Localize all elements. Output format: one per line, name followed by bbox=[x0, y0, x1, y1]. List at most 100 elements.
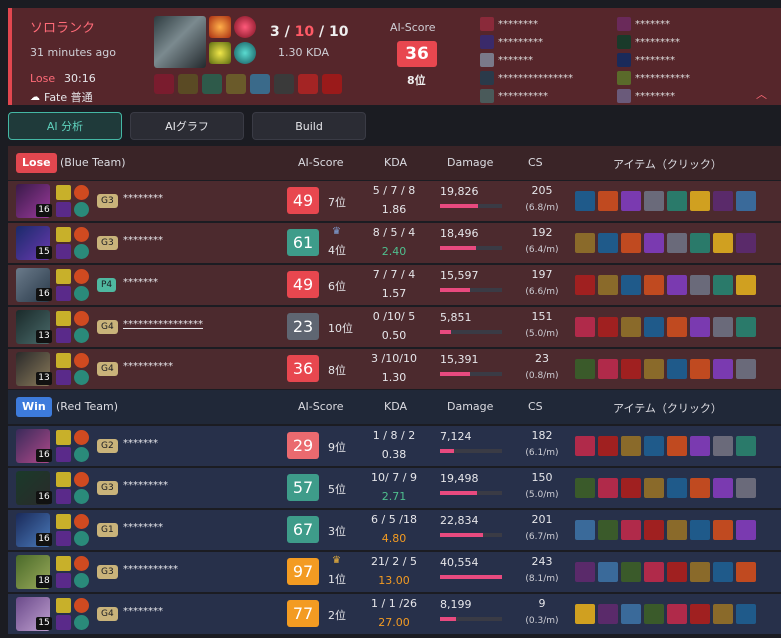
item-icon[interactable] bbox=[690, 275, 710, 295]
item-icon[interactable] bbox=[322, 74, 342, 94]
item-icon[interactable] bbox=[690, 478, 710, 498]
tab-build[interactable]: Build bbox=[252, 112, 366, 140]
player-entry[interactable]: ******** bbox=[617, 52, 690, 68]
item-icon[interactable] bbox=[690, 233, 710, 253]
player-entry[interactable]: ******** bbox=[617, 88, 690, 104]
item-icon[interactable] bbox=[598, 478, 618, 498]
item-icon[interactable] bbox=[690, 359, 710, 379]
item-icon[interactable] bbox=[575, 436, 595, 456]
item-icon[interactable] bbox=[736, 233, 756, 253]
player-entry[interactable]: *********** bbox=[617, 70, 690, 86]
player-row[interactable]: 16 P4 ******* 49 6位 7 / 7 / 4 1.57 15,597 197 (6.… bbox=[8, 265, 781, 305]
player-entry[interactable]: ********* bbox=[617, 34, 690, 50]
item-icon[interactable] bbox=[644, 478, 664, 498]
summoner-name[interactable]: ******* bbox=[123, 438, 158, 449]
item-icon[interactable] bbox=[621, 359, 641, 379]
item-icon[interactable] bbox=[575, 604, 595, 624]
tab-ai-analysis[interactable]: AI 分析 bbox=[8, 112, 122, 140]
player-entry[interactable]: *************** bbox=[480, 70, 573, 86]
item-icon[interactable] bbox=[667, 275, 687, 295]
item-icon[interactable] bbox=[575, 478, 595, 498]
item-icon[interactable] bbox=[644, 436, 664, 456]
player-entry[interactable]: ********* bbox=[480, 34, 573, 50]
item-icon[interactable] bbox=[644, 562, 664, 582]
item-icon[interactable] bbox=[690, 520, 710, 540]
player-entry[interactable]: ******* bbox=[617, 16, 690, 32]
item-icon[interactable] bbox=[713, 520, 733, 540]
item-icon[interactable] bbox=[690, 191, 710, 211]
item-icon[interactable] bbox=[736, 359, 756, 379]
item-icon[interactable] bbox=[667, 436, 687, 456]
item-icon[interactable] bbox=[713, 562, 733, 582]
item-icon[interactable] bbox=[644, 191, 664, 211]
player-row[interactable]: 13 G4 **************** 23 10位 0 /10/ 5 0.50 5,8… bbox=[8, 307, 781, 347]
item-icon[interactable] bbox=[667, 359, 687, 379]
item-icon[interactable] bbox=[736, 478, 756, 498]
item-icon[interactable] bbox=[644, 317, 664, 337]
item-icon[interactable] bbox=[621, 478, 641, 498]
item-icon[interactable] bbox=[226, 74, 246, 94]
item-icon[interactable] bbox=[736, 562, 756, 582]
item-icon[interactable] bbox=[736, 191, 756, 211]
summoner-name[interactable]: ******** bbox=[123, 235, 163, 246]
item-icon[interactable] bbox=[736, 520, 756, 540]
item-icon[interactable] bbox=[736, 317, 756, 337]
item-icon[interactable] bbox=[575, 562, 595, 582]
item-icon[interactable] bbox=[178, 74, 198, 94]
item-icon[interactable] bbox=[667, 191, 687, 211]
item-icon[interactable] bbox=[598, 604, 618, 624]
item-icon[interactable] bbox=[598, 275, 618, 295]
item-icon[interactable] bbox=[598, 191, 618, 211]
summoner-name[interactable]: ********* bbox=[123, 480, 168, 491]
item-icon[interactable] bbox=[690, 317, 710, 337]
match-summary-card[interactable]: ソロランク 31 minutes ago Lose 30:16 ☁ Fate 普… bbox=[8, 8, 781, 105]
item-icon[interactable] bbox=[274, 74, 294, 94]
item-icon[interactable] bbox=[690, 562, 710, 582]
player-row[interactable]: 16 G2 ******* 29 9位 1 / 8 / 2 0.38 7,124 182 (6.1… bbox=[8, 426, 781, 466]
item-icon[interactable] bbox=[621, 233, 641, 253]
item-icon[interactable] bbox=[598, 317, 618, 337]
item-icon[interactable] bbox=[621, 436, 641, 456]
summoner-name[interactable]: **************** bbox=[123, 319, 203, 330]
summoner-name[interactable]: ******** bbox=[123, 606, 163, 617]
summoner-name[interactable]: ******* bbox=[123, 277, 158, 288]
item-icon[interactable] bbox=[690, 604, 710, 624]
item-icon[interactable] bbox=[154, 74, 174, 94]
player-row[interactable]: 13 G4 ********** 36 8位 3 /10/10 1.30 15,391 23 (0… bbox=[8, 349, 781, 389]
summoner-name[interactable]: ********** bbox=[123, 361, 173, 372]
tab-ai-graph[interactable]: AIグラフ bbox=[130, 112, 244, 140]
item-icon[interactable] bbox=[621, 191, 641, 211]
item-icon[interactable] bbox=[667, 233, 687, 253]
item-icon[interactable] bbox=[713, 478, 733, 498]
item-icon[interactable] bbox=[736, 275, 756, 295]
item-icon[interactable] bbox=[575, 275, 595, 295]
player-row[interactable]: 18 G3 *********** 97 ♛ 1位 21/ 2 / 5 13.00 40,554… bbox=[8, 552, 781, 592]
item-icon[interactable] bbox=[644, 359, 664, 379]
player-row[interactable]: 16 G3 ********* 57 5位 10/ 7 / 9 2.71 19,498 150 (… bbox=[8, 468, 781, 508]
item-icon[interactable] bbox=[575, 317, 595, 337]
item-icon[interactable] bbox=[667, 562, 687, 582]
item-icon[interactable] bbox=[598, 359, 618, 379]
player-row[interactable]: 15 G4 ******** 77 2位 1 / 1 /26 27.00 8,199 9 (0.3… bbox=[8, 594, 781, 634]
item-icon[interactable] bbox=[644, 233, 664, 253]
item-icon[interactable] bbox=[713, 275, 733, 295]
chevron-up-icon[interactable]: ︿ bbox=[756, 86, 767, 102]
item-icon[interactable] bbox=[598, 233, 618, 253]
item-icon[interactable] bbox=[713, 233, 733, 253]
item-icon[interactable] bbox=[644, 275, 664, 295]
item-icon[interactable] bbox=[250, 74, 270, 94]
summoner-name[interactable]: ******** bbox=[123, 522, 163, 533]
item-icon[interactable] bbox=[667, 520, 687, 540]
player-row[interactable]: 16 G3 ******** 49 7位 5 / 7 / 8 1.86 19,826 205 (6… bbox=[8, 181, 781, 221]
item-icon[interactable] bbox=[644, 520, 664, 540]
item-icon[interactable] bbox=[598, 562, 618, 582]
item-icon[interactable] bbox=[621, 604, 641, 624]
item-icon[interactable] bbox=[598, 436, 618, 456]
summoner-name[interactable]: *********** bbox=[123, 564, 178, 575]
item-icon[interactable] bbox=[667, 478, 687, 498]
player-entry[interactable]: ******* bbox=[480, 52, 573, 68]
player-row[interactable]: 16 G1 ******** 67 3位 6 / 5 /18 4.80 22,834 201 (6… bbox=[8, 510, 781, 550]
item-icon[interactable] bbox=[736, 604, 756, 624]
item-icon[interactable] bbox=[202, 74, 222, 94]
item-icon[interactable] bbox=[621, 562, 641, 582]
